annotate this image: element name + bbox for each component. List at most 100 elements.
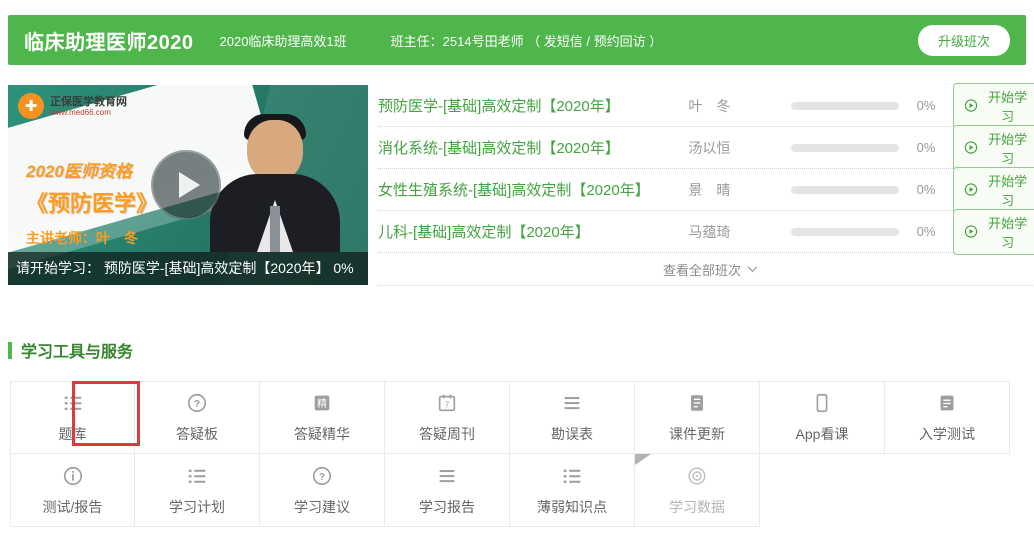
course-progress-bar: [791, 228, 899, 236]
phone-icon: [811, 391, 833, 415]
play-circle-icon: [964, 182, 978, 197]
play-circle-icon: [964, 98, 978, 113]
svg-text:?: ?: [194, 398, 200, 410]
course-row: 儿科-[基础]高效定制【2020年】 马蕴琦 0% 开始学习: [378, 211, 1034, 253]
start-learning-button[interactable]: 开始学习: [953, 83, 1034, 129]
course-teacher: 景 晴: [660, 180, 759, 200]
course-title-link[interactable]: 消化系统-[基础]高效定制【2020年】: [378, 137, 660, 158]
document-icon: [686, 391, 708, 415]
tool-item-qa-board[interactable]: ? 答疑板: [135, 381, 260, 454]
tool-label: 入学测试: [919, 424, 975, 444]
tool-item-study-plan[interactable]: 学习计划: [135, 454, 260, 527]
caption-exam-year: 2020医师资格: [26, 157, 158, 182]
med66-logo-icon: ✚: [18, 93, 44, 119]
advisor-contact-links[interactable]: 班主任：2514号田老师 （ 发短信 / 预约回访 ）: [391, 31, 663, 50]
start-learning-button[interactable]: 开始学习: [953, 125, 1034, 171]
course-progress-percent: 0%: [899, 182, 954, 197]
play-circle-icon: [964, 224, 978, 239]
tools-section-header: 学习工具与服务: [8, 338, 1026, 362]
start-learning-button[interactable]: 开始学习: [953, 167, 1034, 213]
svg-text:?: ?: [319, 470, 325, 482]
course-progress-percent: 0%: [899, 140, 954, 155]
tool-item-entrance-test[interactable]: 入学测试: [885, 381, 1010, 454]
tool-label: 学习报告: [419, 497, 475, 517]
tools-grid: 题库 ? 答疑板 精 答疑精华 7 答疑周刊: [10, 381, 1010, 527]
tool-label: 学习建议: [294, 497, 350, 517]
view-all-classes-button[interactable]: 查看全部班次: [378, 253, 1034, 286]
play-icon[interactable]: [151, 150, 221, 220]
target-icon: [686, 464, 708, 488]
tool-label: 题库: [59, 424, 87, 444]
tool-label: 学习计划: [169, 497, 225, 517]
logo-site: www.med66.com: [50, 108, 127, 117]
lines-icon: [561, 391, 583, 415]
chevron-down-icon: [747, 266, 758, 273]
class-header-bar: 临床助理医师2020 2020临床助理高效1班 班主任：2514号田老师 （ 发…: [8, 15, 1026, 65]
tool-item-courseware-update[interactable]: 课件更新: [635, 381, 760, 454]
tool-label: 答疑周刊: [419, 424, 475, 444]
tool-label: 答疑精华: [294, 424, 350, 444]
start-learning-label: 开始学习: [983, 213, 1032, 251]
course-row: 消化系统-[基础]高效定制【2020年】 汤以恒 0% 开始学习: [378, 127, 1034, 169]
tool-label: 答疑板: [176, 424, 218, 444]
question-circle-icon: ?: [311, 464, 333, 488]
course-row: 女性生殖系统-[基础]高效定制【2020年】 景 晴 0% 开始学习: [378, 169, 1034, 211]
page-title: 临床助理医师2020: [24, 26, 194, 55]
tool-item-errata[interactable]: 勘误表: [510, 381, 635, 454]
tool-item-app-viewing[interactable]: App看课: [760, 381, 885, 454]
question-circle-icon: ?: [186, 391, 208, 415]
med66-logo: ✚ 正保医学教育网 www.med66.com: [18, 93, 127, 119]
course-teacher: 马蕴琦: [660, 222, 759, 242]
course-title-link[interactable]: 女性生殖系统-[基础]高效定制【2020年】: [378, 179, 660, 200]
course-progress-bar: [791, 144, 899, 152]
play-circle-icon: [964, 140, 978, 155]
caption-lecturer: 主讲老师：叶 冬: [26, 228, 158, 248]
start-learning-label: 开始学习: [983, 171, 1032, 209]
course-teacher: 叶 冬: [660, 96, 759, 116]
tool-label: 勘误表: [551, 424, 593, 444]
tool-item-question-bank[interactable]: 题库: [10, 381, 135, 454]
lines-icon: [436, 464, 458, 488]
tool-item-study-advice[interactable]: ? 学习建议: [260, 454, 385, 527]
course-title-link[interactable]: 儿科-[基础]高效定制【2020年】: [378, 221, 660, 242]
view-all-label: 查看全部班次: [663, 260, 741, 279]
class-name-label: 2020临床助理高效1班: [220, 31, 347, 50]
course-progress-percent: 0%: [899, 224, 954, 239]
list-icon: [62, 391, 84, 415]
caption-course-name: 《预防医学》: [26, 186, 158, 218]
course-teacher: 汤以恒: [660, 138, 759, 158]
corner-triangle-decor: [635, 454, 651, 465]
tool-item-qa-weekly[interactable]: 7 答疑周刊: [385, 381, 510, 454]
tool-label: 学习数据: [669, 497, 725, 517]
section-accent-bar: [8, 342, 12, 359]
course-row: 预防医学-[基础]高效定制【2020年】 叶 冬 0% 开始学习: [378, 85, 1034, 127]
tool-item-qa-highlights[interactable]: 精 答疑精华: [260, 381, 385, 454]
info-circle-icon: [62, 464, 84, 488]
tool-label: 测试/报告: [43, 497, 103, 517]
start-learning-button[interactable]: 开始学习: [953, 209, 1034, 255]
course-list: 预防医学-[基础]高效定制【2020年】 叶 冬 0% 开始学习 消化系统-[基…: [378, 85, 1034, 286]
svg-text:7: 7: [445, 401, 449, 410]
document-lines-icon: [936, 391, 958, 415]
course-progress-bar: [791, 186, 899, 194]
tool-item-weak-points[interactable]: 薄弱知识点: [510, 454, 635, 527]
calendar-7-icon: 7: [436, 391, 458, 415]
start-learning-label: 开始学习: [983, 129, 1032, 167]
list-icon: [186, 464, 208, 488]
course-progress-percent: 0%: [899, 98, 954, 113]
video-caption: 2020医师资格 《预防医学》 主讲老师：叶 冬: [26, 157, 158, 248]
start-learning-label: 开始学习: [983, 87, 1032, 125]
course-dashboard-page: 临床助理医师2020 2020临床助理高效1班 班主任：2514号田老师 （ 发…: [0, 15, 1034, 538]
tool-item-study-report[interactable]: 学习报告: [385, 454, 510, 527]
tool-item-test-report[interactable]: 测试/报告: [10, 454, 135, 527]
svg-text:精: 精: [317, 397, 327, 410]
course-title-link[interactable]: 预防医学-[基础]高效定制【2020年】: [378, 95, 660, 116]
list-icon: [561, 464, 583, 488]
course-video-thumbnail[interactable]: ✚ 正保医学教育网 www.med66.com 2020医师资格 《预防医学》 …: [8, 85, 368, 285]
tool-label: 薄弱知识点: [537, 497, 607, 517]
tool-item-study-data[interactable]: 学习数据: [635, 454, 760, 527]
logo-name: 正保医学教育网: [50, 96, 127, 108]
video-status-bar: 请开始学习： 预防医学-[基础]高效定制【2020年】 0%: [8, 252, 368, 285]
upgrade-class-button[interactable]: 升级班次: [918, 25, 1010, 56]
jing-badge-icon: 精: [311, 391, 333, 415]
